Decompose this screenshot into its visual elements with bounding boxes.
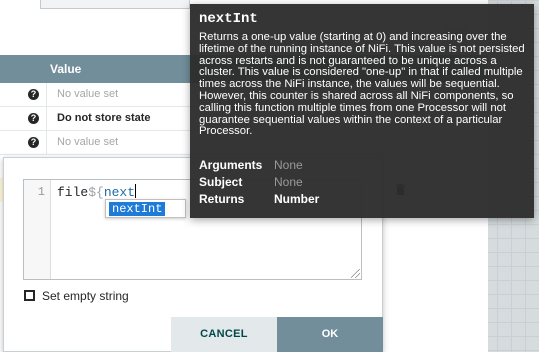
function-text: next [103, 185, 136, 200]
returns-value: Number [274, 192, 320, 206]
line-number-gutter: 1 [24, 180, 51, 279]
value-column-header: Value [50, 62, 82, 76]
line-number: 1 [37, 185, 45, 199]
code-text: file [57, 185, 89, 200]
property-value[interactable]: Do not store state [57, 112, 151, 124]
arguments-value: None [274, 158, 303, 172]
returns-label: Returns [199, 192, 245, 206]
empty-string-label[interactable]: Set empty string [42, 289, 129, 303]
row-divider [46, 83, 47, 107]
help-icon[interactable]: ? [28, 89, 39, 100]
function-tooltip: nextInt Returns a one-up value (starting… [190, 4, 534, 218]
expression-delimiter: ${ [88, 185, 104, 200]
cancel-button[interactable]: CANCEL [171, 317, 277, 352]
properties-empty-area [383, 204, 488, 352]
property-value[interactable]: No value set [57, 88, 118, 100]
empty-string-checkbox[interactable] [24, 290, 35, 301]
tooltip-description: Returns a one-up value (starting at 0) a… [199, 31, 525, 138]
subject-value: None [274, 175, 303, 189]
resize-handle[interactable] [351, 269, 360, 278]
text-cursor [135, 184, 137, 198]
arguments-label: Arguments [199, 158, 263, 172]
property-value[interactable]: No value set [57, 136, 118, 148]
code-line[interactable]: file${next [57, 184, 137, 200]
autocomplete-item[interactable]: nextInt [109, 202, 166, 216]
row-divider [46, 131, 47, 155]
subject-label: Subject [199, 175, 243, 189]
top-panel-edge [40, 0, 190, 9]
autocomplete-dropdown[interactable]: nextInt [105, 199, 186, 218]
help-icon[interactable]: ? [28, 113, 39, 124]
help-icon[interactable]: ? [28, 137, 39, 148]
row-divider [46, 107, 47, 131]
ok-button[interactable]: OK [277, 317, 383, 352]
tooltip-title: nextInt [199, 11, 258, 27]
